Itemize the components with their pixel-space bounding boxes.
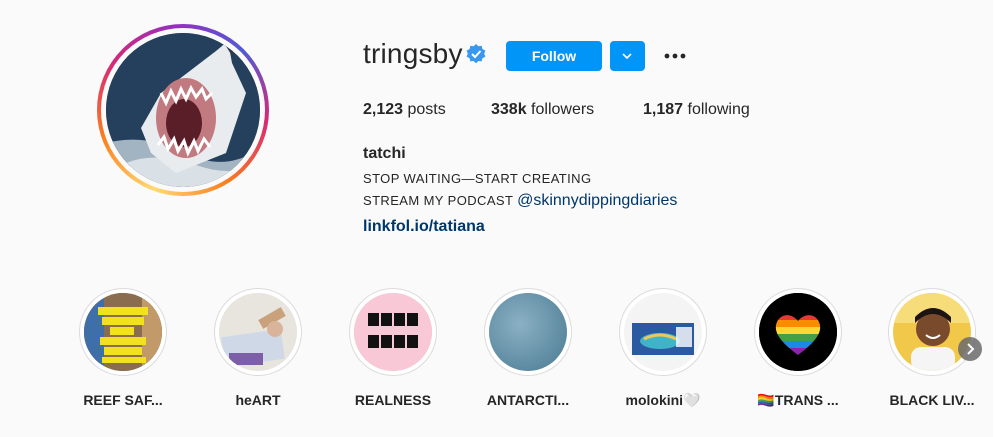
highlight-label: REALNESS: [354, 392, 432, 408]
highlight-cover-ring: [619, 288, 707, 376]
chevron-right-icon: [967, 343, 975, 355]
profile-avatar-ring[interactable]: [97, 24, 269, 196]
following-label: following: [687, 101, 750, 118]
reef-cover-image: [84, 293, 162, 371]
followers-label: followers: [531, 101, 595, 118]
follow-button[interactable]: Follow: [506, 41, 602, 71]
followers-link[interactable]: 338k followers: [491, 101, 594, 119]
highlight-cover-ring: [214, 288, 302, 376]
posts-label: posts: [407, 101, 446, 118]
highlight-label: REEF SAF...: [83, 392, 163, 408]
username: tringsby: [363, 38, 463, 69]
highlight-label: ANTARCTI...: [486, 392, 570, 408]
realness-cover-image: [354, 293, 432, 371]
avatar[interactable]: [106, 33, 260, 187]
bio-full-name: tatchi: [363, 145, 406, 162]
posts-number: 2,123: [363, 101, 404, 118]
highlight-label: BLACK LIV...: [889, 392, 975, 408]
highlight-label: 🏳️‍🌈TRANS ...: [757, 392, 839, 408]
highlight-cover-ring: [484, 288, 572, 376]
highlight-trans[interactable]: 🏳️‍🌈TRANS ...: [738, 288, 858, 409]
highlight-cover-ring: [349, 288, 437, 376]
bio-website-link[interactable]: linkfol.io/tatiana: [363, 218, 485, 236]
following-link[interactable]: 1,187 following: [643, 101, 750, 119]
highlight-cover-reef: [84, 293, 162, 371]
highlight-realness[interactable]: REALNESS: [333, 288, 453, 408]
highlight-cover-black-lives: [893, 293, 971, 371]
highlight-cover-realness: [354, 293, 432, 371]
following-number: 1,187: [643, 101, 684, 118]
highlight-molokini[interactable]: molokini🤍: [603, 288, 723, 409]
highlight-cover-heart: [219, 293, 297, 371]
highlight-cover-molokini: [624, 293, 702, 371]
suggested-dropdown-button[interactable]: [610, 41, 645, 71]
bio-mention-link[interactable]: @skinnydippingdiaries: [517, 192, 677, 209]
verified-badge-icon: [466, 44, 486, 64]
portrait-cover-image: [893, 293, 971, 371]
posts-count: 2,123 posts: [363, 101, 446, 119]
highlight-cover-trans: [759, 293, 837, 371]
bio-line-2: STREAM MY PODCAST @skinnydippingdiaries: [363, 192, 677, 210]
bio-line-2-text: STREAM MY PODCAST: [363, 193, 514, 208]
bio-line-1: STOP WAITING—START CREATING: [363, 171, 592, 186]
art-cover-image: [219, 293, 297, 371]
highlight-cover-ring: [79, 288, 167, 376]
window-edge: [993, 0, 999, 437]
followers-number: 338k: [491, 101, 527, 118]
highlight-reef-safe[interactable]: REEF SAF...: [63, 288, 183, 408]
highlight-label: heART: [235, 392, 281, 408]
rainbow-heart-icon: [759, 293, 837, 371]
highlight-label: molokini🤍: [625, 392, 701, 408]
highlights-next-button[interactable]: [958, 337, 982, 361]
avatar-gap: [101, 28, 265, 192]
molokini-cover-image: [624, 293, 702, 371]
highlight-cover-ring: [888, 288, 976, 376]
highlight-cover-ring: [754, 288, 842, 376]
highlight-antarctica[interactable]: ANTARCTI...: [468, 288, 588, 408]
chevron-down-icon: [622, 53, 632, 60]
more-options-icon[interactable]: [662, 46, 688, 66]
highlight-heart[interactable]: heART: [198, 288, 318, 408]
highlight-cover-antarctica: [489, 293, 567, 371]
shark-photo: [106, 33, 260, 187]
